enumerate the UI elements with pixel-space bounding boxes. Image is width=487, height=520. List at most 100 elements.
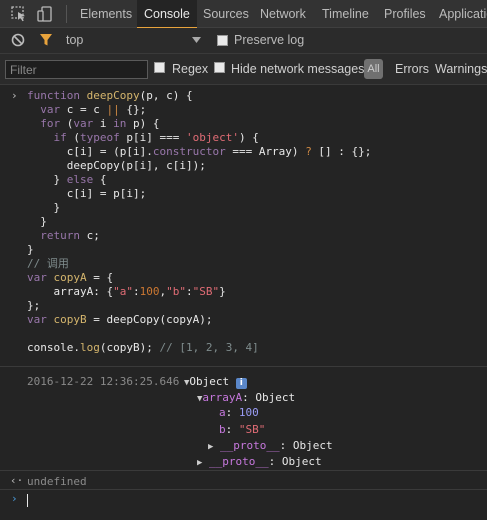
keyword: var — [73, 117, 94, 130]
tab-sources[interactable]: Sources — [203, 0, 249, 28]
tab-timeline[interactable]: Timeline — [322, 0, 369, 28]
keyword: typeof — [80, 131, 120, 144]
property-key: a — [219, 406, 226, 419]
log-timestamp: 2016-12-22 12:36:25.646 — [27, 375, 180, 388]
code-line: c[i] = p[i]; — [27, 187, 146, 201]
code-line: arrayA: {"a":100,"b":"SB"} — [27, 285, 226, 299]
inspect-element-icon[interactable] — [11, 6, 27, 22]
chevron-down-icon[interactable] — [192, 37, 201, 44]
code-text: p[i] === — [119, 131, 186, 144]
code-line: for (var i in p) { — [27, 117, 159, 131]
code-line: } — [27, 201, 61, 215]
code-text: deepCopy(p[i], c[i]); — [66, 159, 206, 172]
object-property[interactable]: ▶ __proto__: Object — [197, 455, 322, 470]
console-input-cursor[interactable] — [27, 494, 28, 507]
code-line: // 调用 — [27, 257, 69, 271]
keyword: function — [27, 89, 80, 102]
code-text: { — [93, 173, 107, 186]
collapsed-triangle-icon: ▶ — [197, 458, 203, 468]
code-text: ( — [60, 117, 74, 130]
result-value: undefined — [27, 475, 87, 488]
object-property: a: 100 — [219, 406, 259, 420]
keyword: var — [27, 313, 47, 326]
hide-network-label: Hide network messages — [231, 62, 365, 76]
tab-network[interactable]: Network — [260, 0, 306, 28]
operator: ? — [305, 145, 312, 158]
property-key: __proto__ — [220, 439, 280, 452]
number-literal: 100 — [139, 285, 160, 298]
keyword: return — [40, 229, 80, 242]
code-line: } — [27, 215, 47, 229]
property-value: : Object — [268, 455, 322, 468]
keyword: constructor — [152, 145, 226, 158]
tab-console[interactable]: Console — [137, 0, 197, 29]
code-comment: // [1, 2, 3, 4] — [159, 341, 259, 354]
tab-profiles[interactable]: Profiles — [384, 0, 426, 28]
filter-placeholder: Filter — [10, 63, 37, 77]
variable-name: copyA — [46, 271, 87, 284]
object-property[interactable]: ▶ __proto__: Object — [208, 439, 333, 454]
context-value: top — [66, 33, 84, 47]
string-literal: "SB" — [192, 285, 220, 298]
devtools-tab-bar: Elements Console Sources Network Timelin… — [0, 0, 487, 29]
code-text: c[i] = (p[i]. — [66, 145, 153, 158]
code-line: deepCopy(p[i], c[i]); — [27, 159, 206, 173]
code-line: c[i] = (p[i].constructor === Array) ? []… — [27, 145, 372, 159]
code-line: }; — [27, 299, 40, 313]
string-literal: "a" — [113, 285, 133, 298]
filter-icon[interactable] — [39, 33, 53, 47]
errors-filter[interactable]: Errors — [395, 62, 429, 76]
property-colon: : — [225, 423, 239, 436]
code-text: } — [27, 243, 34, 256]
object-label: Object — [189, 375, 230, 388]
preserve-log-checkbox[interactable] — [217, 35, 228, 46]
code-text: ) { — [238, 131, 259, 144]
code-text: = { — [86, 271, 114, 284]
string-literal: "b" — [166, 285, 186, 298]
code-text: = deepCopy(copyA); — [86, 313, 213, 326]
code-line: var copyB = deepCopy(copyA); — [27, 313, 212, 327]
keyword: in — [113, 117, 127, 130]
filter-input[interactable]: Filter — [5, 60, 148, 79]
code-text: : — [185, 285, 193, 298]
result-arrow-icon: ‹· — [10, 474, 24, 487]
code-text: : — [132, 285, 140, 298]
variable-name: copyB — [46, 313, 87, 326]
device-mode-icon[interactable] — [37, 6, 53, 22]
code-line: if (typeof p[i] === 'object') { — [27, 131, 259, 145]
code-line: } — [27, 243, 34, 257]
message-divider — [0, 366, 487, 367]
string-literal: 'object' — [185, 131, 239, 144]
clear-console-icon[interactable] — [11, 33, 25, 47]
code-text: } — [53, 201, 61, 214]
hide-network-checkbox[interactable] — [214, 62, 225, 73]
regex-checkbox[interactable] — [154, 62, 165, 73]
code-line: var c = c || {}; — [27, 103, 146, 117]
property-key: arrayA — [202, 391, 243, 404]
info-icon[interactable]: i — [235, 378, 247, 389]
function-name: deepCopy — [86, 89, 140, 102]
keyword: var — [27, 271, 47, 284]
property-value: 100 — [238, 406, 259, 419]
code-text: c[i] = p[i]; — [66, 187, 147, 200]
all-levels-button[interactable]: All — [364, 59, 383, 79]
keyword: for — [40, 117, 61, 130]
object-property: b: "SB" — [219, 423, 265, 437]
code-line: var copyA = { — [27, 271, 113, 285]
tab-application[interactable]: Applicatio — [439, 0, 487, 28]
code-text: ( — [66, 131, 80, 144]
code-text: (p, c) { — [139, 89, 193, 102]
code-line: } else { — [27, 173, 107, 187]
code-text: c; — [80, 229, 100, 242]
warnings-filter[interactable]: Warnings — [435, 62, 487, 76]
object-property[interactable]: ▼arrayA: Object — [197, 391, 295, 406]
property-key: __proto__ — [209, 455, 269, 468]
context-selector[interactable]: top — [66, 33, 83, 47]
tab-elements[interactable]: Elements — [80, 0, 132, 28]
console-toolbar: top Preserve log — [0, 28, 487, 54]
object-root[interactable]: ▼Object i — [184, 375, 247, 390]
operator: || — [106, 103, 120, 116]
code-line: return c; — [27, 229, 100, 243]
tab-console-label: Console — [144, 7, 190, 21]
message-divider — [0, 489, 487, 490]
